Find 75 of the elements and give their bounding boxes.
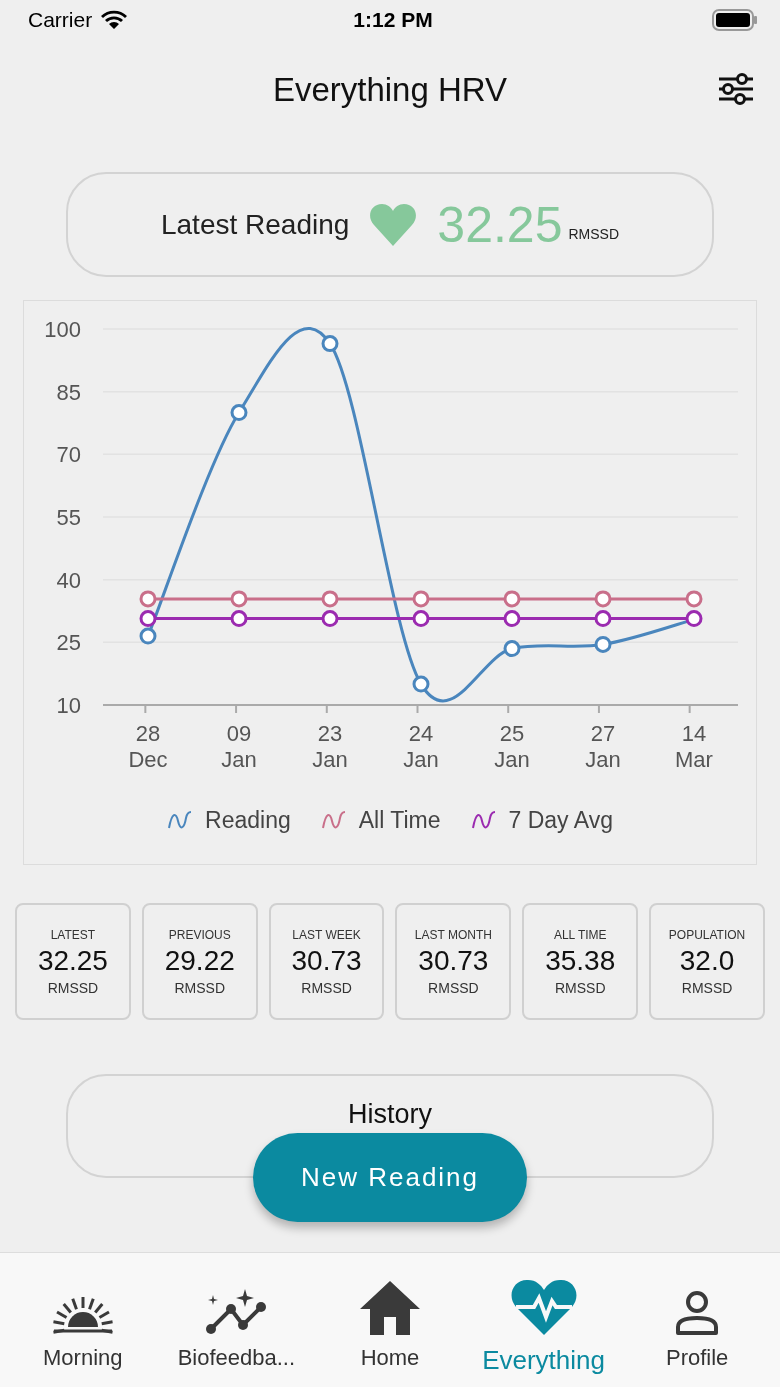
wifi-icon (100, 10, 129, 30)
tab[interactable]: Morning (7, 1253, 158, 1387)
data-point (139, 590, 157, 608)
legend-label: All Time (358, 807, 441, 834)
data-point (594, 635, 612, 653)
stat-value: 29.22 (164, 944, 235, 977)
settings-sliders-icon[interactable] (718, 72, 754, 108)
stat-unit: RMSSD (428, 979, 479, 996)
axis-tick-label: 24 Jan (403, 721, 439, 771)
stat-unit: RMSSD (174, 979, 225, 996)
axis-tick-label: 27 Jan (585, 721, 621, 771)
history-label: History (348, 1100, 432, 1131)
axis-tick-label: 25 Jan (494, 721, 530, 771)
data-point (139, 627, 157, 645)
stat-value: 30.73 (291, 944, 362, 977)
data-point (594, 610, 612, 627)
data-point (503, 610, 521, 627)
latest-reading-value: 32.25 (437, 195, 563, 254)
stat-value: 35.38 (545, 944, 616, 977)
person-icon (674, 1289, 721, 1337)
stat-label: LAST WEEK (292, 927, 361, 942)
stat-label: LAST MONTH (414, 927, 492, 942)
data-point (412, 590, 430, 608)
heart-icon (369, 202, 418, 247)
new-reading-button[interactable]: New Reading (253, 1133, 527, 1222)
stat-unit: RMSSD (554, 979, 606, 996)
axis-tick-label: 70 (56, 442, 81, 468)
data-point (503, 590, 521, 608)
stat-label: LATEST (50, 927, 96, 942)
axis-tick-label: 28 Dec (128, 721, 168, 771)
stat-unit: RMSSD (301, 979, 352, 996)
stat-label: POPULATION (668, 927, 746, 942)
data-point (230, 590, 248, 608)
data-point (685, 610, 703, 627)
axis-tick-label: 100 (44, 317, 81, 342)
tab[interactable]: Profile (622, 1253, 773, 1387)
axis-tick-label: 10 (56, 693, 81, 718)
home-icon (358, 1279, 422, 1337)
data-point (230, 404, 248, 422)
heart-pulse-icon (509, 1279, 578, 1337)
screen-title: Everything HRV (272, 71, 508, 109)
data-point (503, 640, 521, 658)
axis-tick-label: 40 (56, 567, 81, 593)
data-point (412, 610, 430, 627)
tab[interactable]: Everything (468, 1253, 619, 1387)
axis-tick-label: 55 (56, 505, 81, 530)
carrier-label: Carrier (28, 8, 93, 32)
stat-value: 32.0 (679, 944, 735, 977)
clock-time: 1:12 PM (353, 8, 433, 32)
data-point (321, 610, 339, 627)
data-point (321, 335, 339, 353)
unit-label: RMSSD (568, 225, 619, 242)
axis-tick-label: 85 (56, 379, 81, 405)
axis-tick-label: 14 Mar (675, 721, 713, 771)
stat-value: 30.73 (418, 944, 489, 977)
stat-label: PREVIOUS (168, 927, 231, 942)
data-point (412, 675, 430, 693)
legend-label: Reading (205, 807, 291, 834)
tab[interactable]: Biofeedba... (161, 1253, 312, 1387)
stat-label: ALL TIME (553, 927, 607, 942)
data-point (139, 610, 157, 627)
stat-unit: RMSSD (47, 979, 99, 996)
data-point (685, 590, 703, 608)
axis-tick-label: 09 Jan (221, 721, 257, 771)
battery-icon (712, 9, 758, 31)
axis-tick-label: 25 (56, 630, 81, 656)
data-point (230, 610, 248, 627)
axis-tick-label: 23 Jan (312, 721, 348, 771)
latest-reading-label: Latest Reading (160, 208, 350, 241)
stat-unit: RMSSD (681, 979, 733, 996)
legend-label: 7 Day Avg (508, 807, 613, 834)
tab[interactable]: Home (315, 1253, 465, 1387)
stat-value: 32.25 (37, 944, 108, 977)
data-point (594, 590, 612, 608)
data-point (321, 590, 339, 608)
